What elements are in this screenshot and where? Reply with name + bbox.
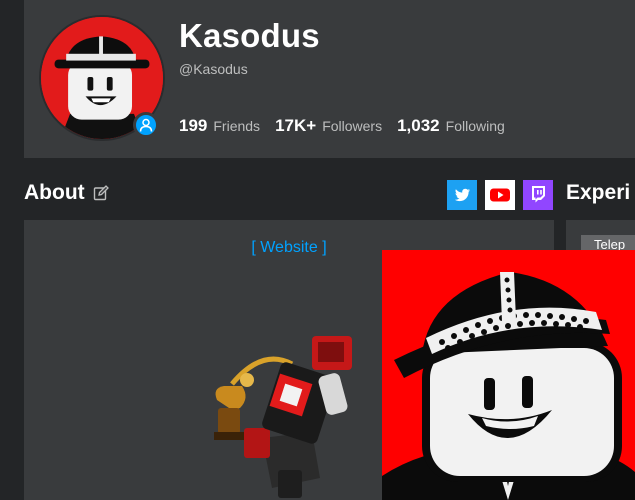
twitch-link[interactable] [523, 180, 553, 210]
experiences-section-title: Experi [566, 181, 631, 204]
user-icon [139, 118, 153, 132]
twitter-link[interactable] [447, 180, 477, 210]
friends-label: Friends [213, 118, 261, 134]
followers-stat[interactable]: 17K+ Followers [275, 116, 382, 136]
youtube-link[interactable] [485, 180, 515, 210]
edit-icon[interactable] [93, 185, 109, 201]
avatar-3d-render [192, 328, 362, 498]
avatar-zoom-overlay [382, 250, 635, 500]
avatar-zoom-image [382, 250, 635, 500]
following-stat[interactable]: 1,032 Following [397, 116, 505, 136]
profile-page: Kasodus @Kasodus 199 Friends 17K+ Follow… [0, 0, 635, 500]
display-name: Kasodus [179, 17, 320, 54]
online-status-badge [133, 112, 159, 138]
followers-count: 17K+ [275, 116, 317, 135]
about-section-title: About [24, 181, 109, 205]
followers-label: Followers [322, 118, 383, 134]
friends-stat[interactable]: 199 Friends [179, 116, 260, 136]
twitch-icon [523, 180, 553, 210]
profile-stats: 199 Friends 17K+ Followers 1,032 Followi… [179, 116, 520, 136]
youtube-icon [485, 180, 515, 210]
username: @Kasodus [179, 61, 248, 77]
about-title-text: About [24, 181, 85, 204]
following-count: 1,032 [397, 116, 440, 135]
following-label: Following [445, 118, 505, 134]
friends-count: 199 [179, 116, 208, 135]
twitter-icon [447, 180, 477, 210]
